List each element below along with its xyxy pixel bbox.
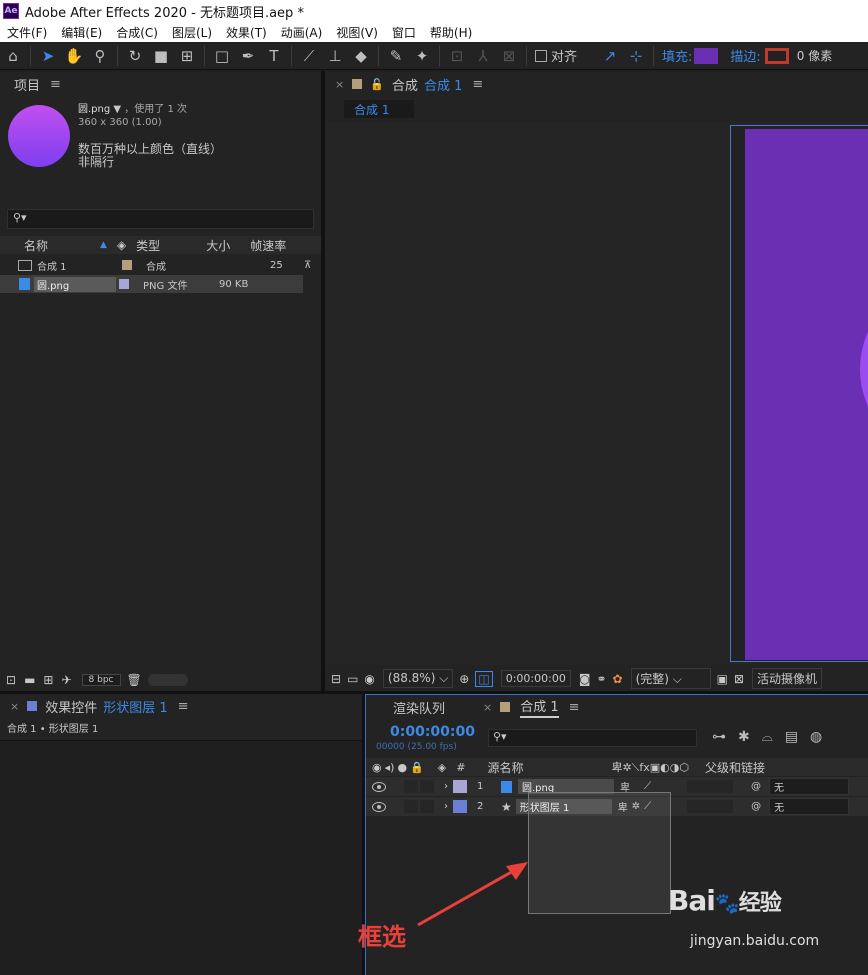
watermark-url: jingyan.baidu.com [690,933,820,949]
annotation-overlay [417,862,528,927]
paw-icon: 🐾 [714,891,740,915]
annotation-label: 框选 [358,923,406,951]
annotation-arrow [417,868,516,927]
watermark-suffix: 经验 [738,891,782,916]
watermark-logo: Bai🐾经验 [668,884,782,917]
annotation-arrowhead [506,862,528,880]
watermark-brand: Bai [668,884,716,917]
